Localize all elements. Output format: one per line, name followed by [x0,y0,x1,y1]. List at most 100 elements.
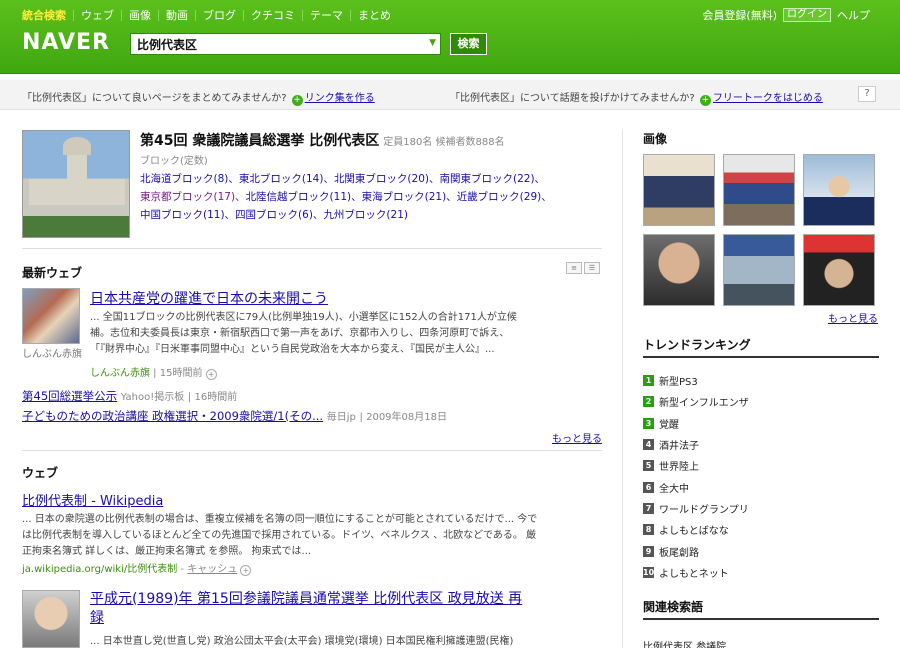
help-link[interactable]: ヘルプ [837,7,870,23]
detail-view-icon[interactable]: ☰ [584,262,600,274]
trend-label[interactable]: ワールドグランプリ [659,501,749,516]
trend-label[interactable]: 世界陸上 [659,458,699,473]
trend-label[interactable]: 新型インフルエンザ [659,394,749,409]
nav-tab-blog[interactable]: ブログ [195,10,243,21]
nav-tab-matome[interactable]: まとめ [350,10,398,21]
snippet-line: 正拘束名簿式 詳しくは、厳正拘束名簿式 を参照。 拘束式では... [22,546,312,557]
block-link[interactable]: 北関東ブロック(20)、 [334,173,440,185]
election-title-text[interactable]: 第45回 衆議院議員総選挙 比例代表区 [140,133,379,149]
image-thumbnail[interactable] [643,154,715,226]
trend-item[interactable]: 8 よしもとばなな [643,519,879,540]
list-view-icon[interactable]: ≡ [566,262,582,274]
block-link[interactable]: 北海道ブロック(8)、 [140,173,239,185]
linkset-suggestion: 「比例代表区」について良いページをまとめてみませんか? + リンク集を作る [22,89,375,106]
freetalk-suggestion: 「比例代表区」について話題を投げかけてみませんか? + フリートークをはじめる [450,89,823,106]
news-thumbnail-caption: しんぶん赤旗 [22,349,82,360]
trend-item[interactable]: 4 酒井法子 [643,434,879,455]
image-thumbnail[interactable] [723,154,795,226]
register-link[interactable]: 会員登録(無料) [702,7,777,23]
related-news-link[interactable]: 第45回総選挙公示 [22,389,117,403]
rank-number: 7 [643,502,654,514]
diet-building-image[interactable] [22,130,130,238]
web-result-snippet: ... 日本の衆院選の比例代表制の場合は、重複立候補を名簿の同一順位にすることが… [22,512,542,560]
trend-label[interactable]: よしもとネット [659,565,729,580]
news-time: 15時間前 [159,368,203,379]
login-button[interactable]: ログイン [783,8,831,22]
image-grid [643,154,875,306]
freetalk-suggestion-text: 「比例代表区」について話題を投げかけてみませんか? [450,93,695,104]
trend-label[interactable]: 覚醒 [659,416,679,431]
web-result-title[interactable]: 比例代表制 - Wikipedia [22,490,163,509]
web-result-title[interactable]: 平成元(1989)年 第15回参議院議員通常選挙 比例代表区 政見放送 再録 [90,590,530,628]
related-news-time: 2009年08月18日 [366,412,447,423]
trend-label[interactable]: 全大中 [659,480,689,495]
image-thumbnail[interactable] [723,234,795,306]
nav-tab-themes[interactable]: テーマ [302,10,350,21]
nav-tab-images[interactable]: 画像 [121,10,158,21]
web-result-url[interactable]: ja.wikipedia.org/wiki/比例代表制 [22,564,177,575]
trend-label[interactable]: 板尾創路 [659,544,699,559]
block-link[interactable]: 四国ブロック(6)、 [235,209,323,221]
block-link[interactable]: 東海ブロック(21)、 [362,191,457,203]
trend-item[interactable]: 1 新型PS3 [643,370,879,391]
trend-label[interactable]: 酒井法子 [659,437,699,452]
more-images-link[interactable]: もっと見る [828,310,878,325]
add-circle-icon[interactable]: + [205,369,217,380]
divider [22,450,602,451]
search-button[interactable]: 検索 [450,33,487,55]
latest-web-heading: 最新ウェブ [22,266,83,280]
nav-tab-reviews[interactable]: クチコミ [243,10,302,21]
related-news-source[interactable]: Yahoo!掲示板 [121,392,184,403]
news-result-title[interactable]: 日本共産党の躍進で日本の未来開こう [90,288,328,308]
image-thumbnail[interactable] [803,234,875,306]
web-result-thumbnail[interactable] [22,590,80,648]
block-seats-label: ブロック(定数) [140,156,208,167]
block-link[interactable]: 中国ブロック(11)、 [140,209,235,221]
search-input[interactable] [137,36,417,52]
related-search-item[interactable]: 比例代表区 参議院 [643,638,726,648]
trend-item[interactable]: 3 覚醒 [643,413,879,434]
trend-item[interactable]: 2 新型インフルエンザ [643,391,879,412]
trend-item[interactable]: 6 全大中 [643,476,879,497]
nav-tab-all[interactable]: 統合検索 [22,10,73,21]
trend-item[interactable]: 9 板尾創路 [643,540,879,561]
trend-label[interactable]: 新型PS3 [659,373,698,388]
divider [643,618,879,620]
more-latest-link[interactable]: もっと見る [552,430,602,445]
trend-item[interactable]: 10 よしもとネット [643,562,879,583]
rank-number: 4 [643,439,654,451]
related-news-source[interactable]: 毎日jp [327,412,356,423]
right-sidebar: 画像 もっと見る トレンドランキング 1 新型PS3 2 新型インフルエンザ 3 覚醒… [622,130,879,648]
block-link[interactable]: 南関東ブロック(22)、 [440,173,546,185]
divider [22,248,602,249]
block-link[interactable]: 北陸信越ブロック(11)、 [246,191,362,203]
block-link[interactable]: 九州ブロック(21) [323,209,408,221]
add-circle-icon[interactable]: + [240,565,252,576]
start-freetalk-link[interactable]: フリートークをはじめる [713,93,823,104]
trend-item[interactable]: 5 世界陸上 [643,455,879,476]
rank-number: 2 [643,396,654,408]
trend-label[interactable]: よしもとばなな [659,522,729,537]
image-thumbnail[interactable] [803,154,875,226]
block-link[interactable]: 東京都ブロック(17)、 [140,191,246,203]
related-news-item: 子どものための政治講座 政権選択・2009衆院選/1(その... 毎日jp | … [22,409,447,423]
trend-item[interactable]: 7 ワールドグランプリ [643,498,879,519]
cache-link[interactable]: キャッシュ [187,564,237,575]
snippet-line: ... 全国11ブロックの比例代表区に79人(比例単独19人)、小選挙区に152… [90,312,517,323]
top-links: 会員登録(無料) ログイン ヘルプ [702,7,870,23]
help-question-button[interactable]: ? [858,86,876,102]
naver-logo[interactable]: NAVER [22,30,110,55]
block-link[interactable]: 東北ブロック(14)、 [239,173,334,185]
nav-tab-web[interactable]: ウェブ [73,10,121,21]
news-source[interactable]: しんぶん赤旗 [90,368,150,379]
block-links: 北海道ブロック(8)、東北ブロック(14)、北関東ブロック(20)、南関東ブロッ… [140,170,600,224]
news-thumbnail[interactable] [22,288,80,344]
snippet-line: 補。志位和夫委員長は東京・新宿駅西口で第一声をあげ、京都市入りし、四条河原町で訴… [90,328,510,339]
image-thumbnail[interactable] [643,234,715,306]
related-news-link[interactable]: 子どものための政治講座 政権選択・2009衆院選/1(その... [22,409,323,423]
dropdown-arrow-icon[interactable]: ▼ [429,38,436,48]
block-link[interactable]: 近畿ブロック(29)、 [457,191,552,203]
create-linkset-link[interactable]: リンク集を作る [305,93,375,104]
nav-tab-video[interactable]: 動画 [158,10,195,21]
related-search-heading: 関連検索語 [643,600,704,614]
